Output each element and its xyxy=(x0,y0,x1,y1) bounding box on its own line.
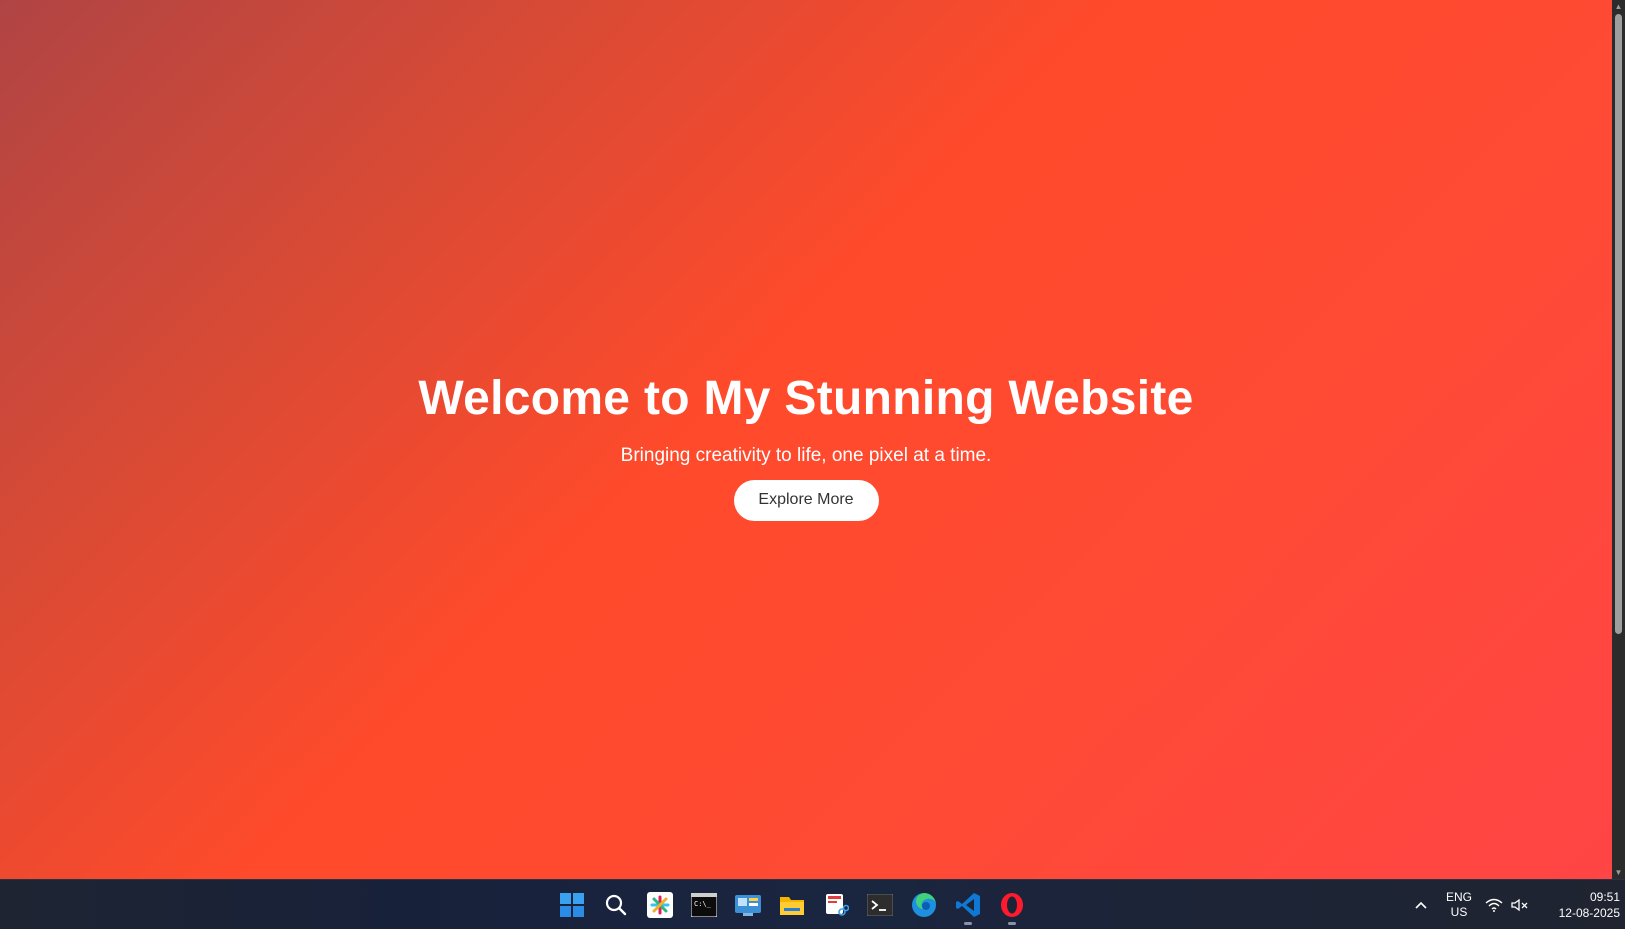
clock-date: 12-08-2025 xyxy=(1558,905,1620,920)
hero-title: Welcome to My Stunning Website xyxy=(418,371,1194,425)
scroll-down-arrow-icon[interactable]: ▼ xyxy=(1612,866,1625,879)
speaker-muted-icon xyxy=(1511,898,1528,911)
scroll-up-arrow-icon[interactable]: ▲ xyxy=(1612,0,1625,13)
language-code: ENG xyxy=(1445,889,1472,904)
show-hidden-icons-button[interactable] xyxy=(1410,880,1432,929)
control-panel-icon[interactable] xyxy=(726,883,770,927)
hero-subtitle: Bringing creativity to life, one pixel a… xyxy=(620,444,992,466)
language-region: US xyxy=(1450,904,1468,919)
clock[interactable]: 09:51 12-08-2025 xyxy=(1540,880,1620,929)
scrollbar-thumb[interactable] xyxy=(1615,14,1622,634)
snipping-tool-icon[interactable] xyxy=(814,883,858,927)
running-indicator xyxy=(1008,921,1016,925)
taskbar: C:\_ ENG US 09:51 12-08-2025 xyxy=(0,879,1625,928)
hero-section: Welcome to My Stunning Website Bringing … xyxy=(0,0,1612,879)
vertical-scrollbar[interactable]: ▲ ▼ xyxy=(1612,0,1625,879)
clock-time: 09:51 xyxy=(1589,889,1620,904)
explore-more-button[interactable]: Explore More xyxy=(733,479,879,521)
opera-icon[interactable] xyxy=(990,883,1034,927)
vscode-icon[interactable] xyxy=(946,883,990,927)
search-icon[interactable] xyxy=(594,883,638,927)
wifi-icon xyxy=(1485,898,1503,912)
browser-viewport: Welcome to My Stunning Website Bringing … xyxy=(0,0,1612,879)
edge-icon[interactable] xyxy=(902,883,946,927)
svg-text:C:\_: C:\_ xyxy=(694,900,712,908)
command-prompt-icon[interactable]: C:\_ xyxy=(682,883,726,927)
running-indicator xyxy=(964,921,972,925)
terminal-icon[interactable] xyxy=(858,883,902,927)
windows-start-icon[interactable] xyxy=(550,883,594,927)
language-indicator[interactable]: ENG US xyxy=(1440,880,1478,929)
quick-settings[interactable] xyxy=(1485,880,1529,929)
chevron-up-icon xyxy=(1415,901,1427,909)
slack-icon[interactable] xyxy=(638,883,682,927)
taskbar-pinned-apps: C:\_ xyxy=(550,880,1034,929)
file-explorer-icon[interactable] xyxy=(770,883,814,927)
